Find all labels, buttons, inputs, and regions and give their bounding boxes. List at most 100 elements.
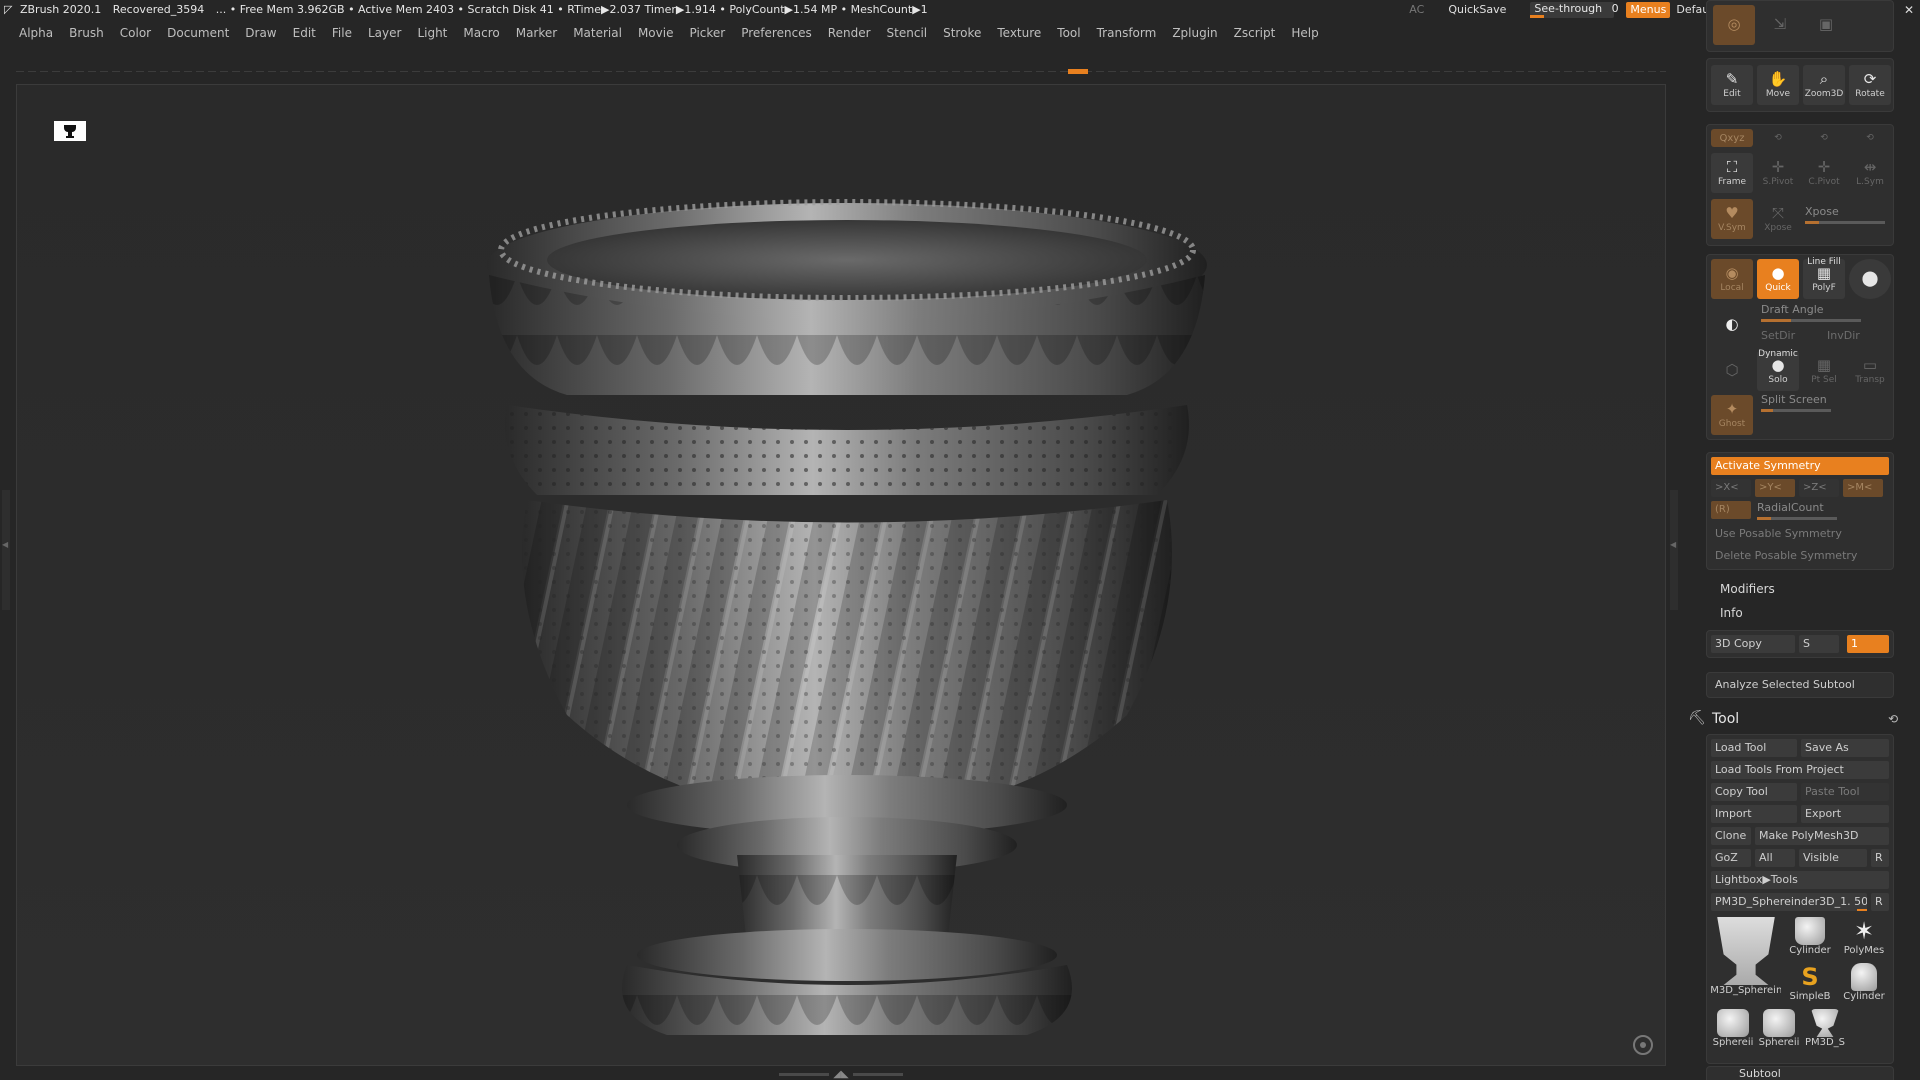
transp-button[interactable]: ▭ Transp xyxy=(1849,351,1891,391)
sym-x-button[interactable]: >X< xyxy=(1711,479,1751,497)
material-sphere-button[interactable]: ⬤ xyxy=(1849,259,1891,299)
left-tray-handle[interactable] xyxy=(2,490,10,610)
menu-brush[interactable]: Brush xyxy=(69,22,104,44)
ghost-button[interactable]: ✦ Ghost xyxy=(1711,395,1753,435)
menu-edit[interactable]: Edit xyxy=(293,22,316,44)
analyze-subtool-button[interactable]: Analyze Selected Subtool xyxy=(1711,676,1889,694)
close-icon[interactable]: ✕ xyxy=(1898,0,1920,20)
activate-symmetry-button[interactable]: Activate Symmetry xyxy=(1711,457,1889,475)
menu-draw[interactable]: Draw xyxy=(245,22,276,44)
quicksave-button[interactable]: QuickSave xyxy=(1448,0,1506,20)
scale-mode-button[interactable]: ⇲ xyxy=(1759,5,1801,45)
split-screen-slider[interactable]: Split Screen xyxy=(1761,393,1831,412)
draw-mode-button[interactable]: ◎ xyxy=(1713,5,1755,45)
import-button[interactable]: Import xyxy=(1711,805,1797,823)
subtool-header[interactable]: Subtool xyxy=(1739,1067,1781,1080)
setdir-button[interactable]: SetDir xyxy=(1761,329,1795,342)
sym-z-button[interactable]: >Z< xyxy=(1799,479,1839,497)
menu-layer[interactable]: Layer xyxy=(368,22,401,44)
menu-texture[interactable]: Texture xyxy=(997,22,1041,44)
menu-light[interactable]: Light xyxy=(417,22,447,44)
menu-picker[interactable]: Picker xyxy=(689,22,725,44)
menu-movie[interactable]: Movie xyxy=(638,22,674,44)
menu-transform[interactable]: Transform xyxy=(1097,22,1157,44)
axis-x-toggle[interactable]: ⟲ xyxy=(1849,129,1891,147)
vsym-button[interactable]: ♥ V.Sym xyxy=(1711,199,1753,239)
copy-tool-button[interactable]: Copy Tool xyxy=(1711,783,1797,801)
lsym-button[interactable]: ⇹ L.Sym xyxy=(1849,153,1891,193)
menus-toggle[interactable]: Menus xyxy=(1626,2,1671,18)
draft-angle-slider[interactable]: Draft Angle xyxy=(1761,303,1861,322)
frame-button[interactable]: ⛶ Frame xyxy=(1711,153,1753,193)
sym-m-button[interactable]: >M< xyxy=(1843,479,1883,497)
modifiers-header[interactable]: Modifiers xyxy=(1720,582,1775,596)
canvas-viewport[interactable] xyxy=(16,84,1666,1066)
3d-copy-button[interactable]: 3D Copy xyxy=(1711,635,1795,653)
goz-visible-button[interactable]: Visible xyxy=(1799,849,1867,867)
menu-material[interactable]: Material xyxy=(573,22,622,44)
sculpted-vase-model[interactable] xyxy=(477,155,1217,1035)
menu-macro[interactable]: Macro xyxy=(463,22,499,44)
3d-copy-s-button[interactable]: S xyxy=(1799,635,1839,653)
make-polymesh3d-button[interactable]: Make PolyMesh3D xyxy=(1755,827,1889,845)
tool-thumb-cylinder[interactable]: Cylinder xyxy=(1785,917,1835,961)
see-through-slider[interactable]: See-through 0 xyxy=(1530,2,1619,18)
menu-tool[interactable]: Tool xyxy=(1057,22,1080,44)
sym-y-button[interactable]: >Y< xyxy=(1755,479,1795,497)
use-posable-symmetry[interactable]: Use Posable Symmetry xyxy=(1711,525,1889,543)
perspective-toggle-icon[interactable] xyxy=(1633,1035,1653,1055)
info-header[interactable]: Info xyxy=(1720,606,1743,620)
tool-reset-icon[interactable]: ⟲ xyxy=(1888,712,1898,726)
draft-toggle[interactable]: ◐ xyxy=(1711,305,1753,345)
goz-button[interactable]: GoZ xyxy=(1711,849,1751,867)
export-button[interactable]: Export xyxy=(1801,805,1889,823)
bottom-tray-handle[interactable]: ◢◣ xyxy=(776,1069,906,1080)
right-tray-handle[interactable] xyxy=(1670,490,1678,610)
cube-toggle[interactable]: ⬡ xyxy=(1711,351,1753,391)
tool-thumb-sphere-1[interactable]: Sphereii xyxy=(1711,1009,1755,1053)
ac-button[interactable]: AC xyxy=(1409,0,1424,20)
menu-file[interactable]: File xyxy=(332,22,352,44)
edit-button[interactable]: ✎ Edit xyxy=(1711,65,1753,105)
paste-tool-button[interactable]: Paste Tool xyxy=(1801,783,1889,801)
menu-zplugin[interactable]: Zplugin xyxy=(1172,22,1217,44)
load-tool-button[interactable]: Load Tool xyxy=(1711,739,1797,757)
solo-button[interactable]: Dynamic ● Solo xyxy=(1757,349,1799,391)
zoom3d-button[interactable]: ⌕ Zoom3D xyxy=(1803,65,1845,105)
goz-all-button[interactable]: All xyxy=(1755,849,1795,867)
menu-zscript[interactable]: Zscript xyxy=(1234,22,1276,44)
floor-grid-badge[interactable] xyxy=(54,121,86,141)
rotate-button[interactable]: ⟳ Rotate xyxy=(1849,65,1891,105)
local-button[interactable]: ◉ Local xyxy=(1711,259,1753,299)
radial-r-button[interactable]: (R) xyxy=(1711,501,1751,519)
axis-y-toggle[interactable]: ⟲ xyxy=(1757,129,1799,147)
ptsel-button[interactable]: ▦ Pt Sel xyxy=(1803,351,1845,391)
current-tool-r-button[interactable]: R xyxy=(1871,893,1889,911)
menu-stencil[interactable]: Stencil xyxy=(887,22,928,44)
goz-r-button[interactable]: R xyxy=(1871,849,1889,867)
radial-count-slider[interactable]: RadialCount xyxy=(1757,501,1837,520)
xyz-toggle[interactable]: Qxyz xyxy=(1711,129,1753,147)
menu-stroke[interactable]: Stroke xyxy=(943,22,981,44)
tool-palette-title[interactable]: Tool xyxy=(1712,711,1739,727)
tool-thumb-simplebrush[interactable]: S SimpleB xyxy=(1785,963,1835,1007)
spivot-button[interactable]: ✛ S.Pivot xyxy=(1757,153,1799,193)
menu-alpha[interactable]: Alpha xyxy=(19,22,53,44)
xpose-slider[interactable]: Xpose xyxy=(1805,205,1885,224)
clone-button[interactable]: Clone xyxy=(1711,827,1751,845)
load-tools-from-project-button[interactable]: Load Tools From Project xyxy=(1711,761,1889,779)
invdir-button[interactable]: InvDir xyxy=(1827,329,1860,342)
axis-z-toggle[interactable]: ⟲ xyxy=(1803,129,1845,147)
menu-color[interactable]: Color xyxy=(120,22,151,44)
tool-thumb-sphere-2[interactable]: Sphereii xyxy=(1757,1009,1801,1053)
tool-thumb-vase[interactable]: PM3D_Sphereinc xyxy=(1711,917,1781,1003)
menu-preferences[interactable]: Preferences xyxy=(741,22,812,44)
current-tool-slider[interactable]: PM3D_Sphereinder3D_1. 50 xyxy=(1711,893,1867,911)
quick-button[interactable]: ● Quick xyxy=(1757,259,1799,299)
lightbox-tools-button[interactable]: Lightbox▶Tools xyxy=(1711,871,1889,889)
polyf-button[interactable]: Line Fill ▦ PolyF xyxy=(1803,257,1845,299)
menu-render[interactable]: Render xyxy=(828,22,871,44)
tool-thumb-cylinder-2[interactable]: Cylinder xyxy=(1839,963,1889,1007)
menu-document[interactable]: Document xyxy=(167,22,229,44)
camera-button[interactable]: ▣ xyxy=(1805,5,1847,45)
